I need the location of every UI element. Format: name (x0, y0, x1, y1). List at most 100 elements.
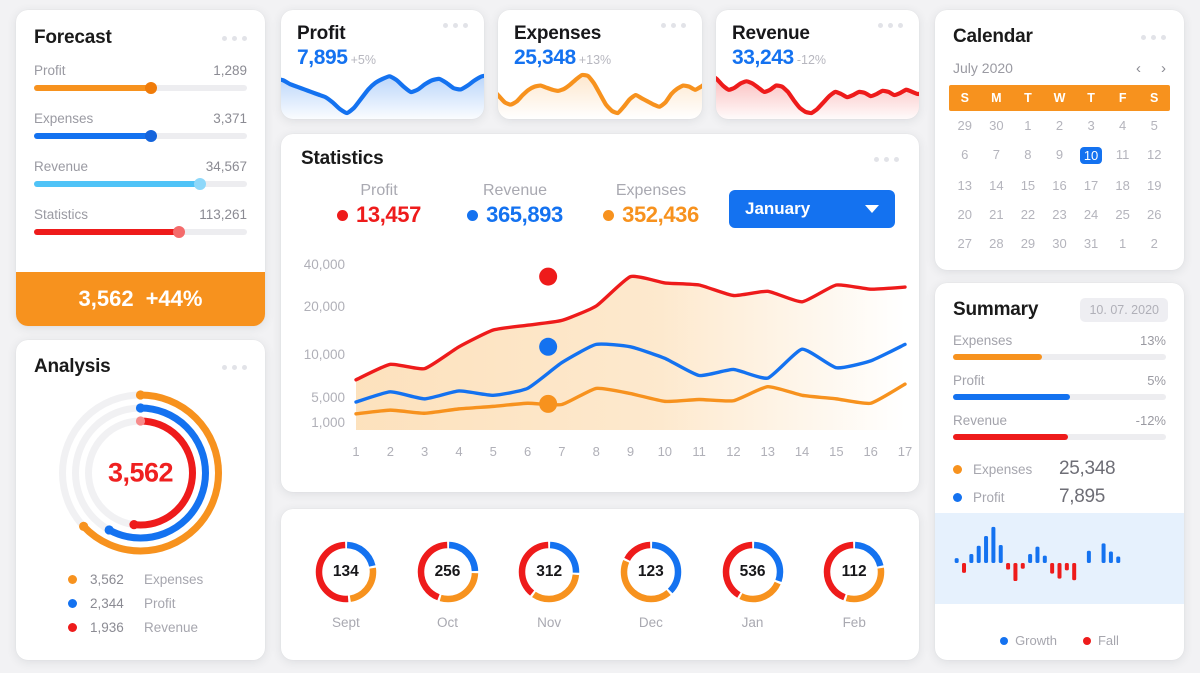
calendar-day[interactable]: 19 (1138, 171, 1170, 200)
calendar-day[interactable]: 17 (1075, 171, 1107, 200)
slider-fill (34, 133, 152, 139)
dashboard: Forecast Profit 1,289 Expenses 3,371 Revenue… (0, 0, 1200, 673)
forecast-slider-row[interactable]: Statistics 113,261 (34, 207, 247, 238)
slider-knob[interactable] (194, 178, 207, 190)
slider-knob[interactable] (145, 82, 158, 94)
forecast-slider-row[interactable]: Profit 1,289 (34, 63, 247, 94)
calendar-day[interactable]: 10 (1075, 140, 1107, 171)
calendar-day[interactable]: 21 (981, 200, 1013, 229)
donut-item[interactable]: 536 Jan (702, 540, 804, 630)
legend-dot (337, 209, 349, 221)
donut-item[interactable]: 256 Oct (397, 540, 499, 630)
svg-text:10,000: 10,000 (304, 347, 345, 362)
svg-text:1: 1 (352, 444, 359, 459)
statistics-title: Statistics (301, 148, 384, 169)
calendar-day[interactable]: 29 (1012, 229, 1044, 258)
calendar-day[interactable]: 30 (981, 111, 1013, 140)
summary-title: Summary (953, 299, 1039, 320)
kpi-title: Profit (297, 23, 346, 44)
summary-label: Expenses (953, 333, 1013, 348)
donut-item[interactable]: 123 Dec (600, 540, 702, 630)
ellipsis-icon[interactable] (874, 156, 899, 162)
calendar-day[interactable]: 1 (1107, 229, 1139, 258)
legend-label: Growth (1015, 633, 1057, 648)
calendar-day[interactable]: 31 (1075, 229, 1107, 258)
calendar-day[interactable]: 29 (949, 111, 981, 140)
statistics-chart-svg: 1,0005,00010,00020,00040,0001 2 3 4 5 6 7 8 9 10 1… (304, 257, 913, 459)
legend-dot (953, 492, 962, 502)
svg-text:1,000: 1,000 (311, 415, 345, 430)
calendar-day[interactable]: 2 (1044, 111, 1076, 140)
slider-knob[interactable] (145, 130, 158, 142)
forecast-summary-delta: +44% (145, 286, 203, 311)
ellipsis-icon[interactable] (443, 23, 468, 28)
svg-text:10: 10 (658, 444, 672, 459)
calendar-day[interactable]: 4 (1107, 111, 1139, 140)
calendar-day[interactable]: 15 (1012, 171, 1044, 200)
calendar-day[interactable]: 9 (1044, 140, 1076, 171)
ellipsis-icon[interactable] (661, 23, 686, 28)
calendar-header: Calendar (935, 10, 1184, 48)
slider-track[interactable] (34, 178, 247, 190)
kpi-header: Expenses (498, 10, 702, 45)
analysis-legend-item: 2,344 Profit (68, 596, 265, 611)
slider-track[interactable] (34, 226, 247, 238)
calendar-day[interactable]: 18 (1107, 171, 1139, 200)
calendar-day[interactable]: 7 (981, 140, 1013, 171)
calendar-day[interactable]: 23 (1044, 200, 1076, 229)
ellipsis-icon[interactable] (1141, 34, 1166, 40)
summary-track (953, 354, 1166, 360)
kpi-card-profit: Profit 7,895 +5% (281, 10, 484, 119)
forecast-slider-row[interactable]: Expenses 3,371 (34, 111, 247, 142)
donut-label: Feb (842, 614, 866, 630)
calendar-day[interactable]: 28 (981, 229, 1013, 258)
legend-label: Profit (973, 489, 1005, 505)
calendar-day[interactable]: 26 (1138, 200, 1170, 229)
summary-progress-row: Expenses 13% (953, 333, 1166, 360)
calendar-day[interactable]: 20 (949, 200, 981, 229)
calendar-day[interactable]: 25 (1107, 200, 1139, 229)
calendar-day[interactable]: 2 (1138, 229, 1170, 258)
calendar-day[interactable]: 5 (1138, 111, 1170, 140)
ellipsis-icon[interactable] (878, 23, 903, 28)
ellipsis-icon[interactable] (222, 364, 247, 370)
calendar-weekday: T (1087, 91, 1095, 105)
legend-value: 7,895 (1059, 486, 1106, 507)
month-select-button[interactable]: January (729, 190, 895, 228)
calendar-weekday: F (1118, 91, 1127, 105)
donut-chart: 112 (822, 540, 886, 604)
summary-fill (953, 434, 1069, 440)
forecast-slider-row[interactable]: Revenue 34,567 (34, 159, 247, 190)
kpi-header: Profit (281, 10, 484, 45)
slider-fill (34, 181, 201, 187)
growth-fall-chart (935, 513, 1184, 604)
calendar-day[interactable]: 27 (949, 229, 981, 258)
legend-dot (603, 209, 615, 221)
chevron-left-icon[interactable]: ‹ (1136, 61, 1141, 76)
calendar-day[interactable]: 22 (1012, 200, 1044, 229)
chevron-right-icon[interactable]: › (1161, 61, 1166, 76)
analysis-header: Analysis (16, 340, 265, 378)
calendar-day[interactable]: 16 (1044, 171, 1076, 200)
calendar-day[interactable]: 24 (1075, 200, 1107, 229)
slider-track[interactable] (34, 130, 247, 142)
kpi-title: Expenses (514, 23, 602, 44)
calendar-day[interactable]: 1 (1012, 111, 1044, 140)
donut-label: Jan (741, 614, 764, 630)
calendar-day[interactable]: 13 (949, 171, 981, 200)
calendar-day[interactable]: 8 (1012, 140, 1044, 171)
donut-value: 312 (536, 562, 563, 580)
calendar-day[interactable]: 3 (1075, 111, 1107, 140)
donut-item[interactable]: 312 Nov (498, 540, 600, 630)
donut-item[interactable]: 112 Feb (803, 540, 905, 630)
donut-item[interactable]: 134 Sept (295, 540, 397, 630)
calendar-day[interactable]: 12 (1138, 140, 1170, 171)
legend-dot (1082, 636, 1091, 645)
ellipsis-icon[interactable] (222, 35, 247, 41)
calendar-day[interactable]: 14 (981, 171, 1013, 200)
slider-track[interactable] (34, 82, 247, 94)
calendar-day[interactable]: 11 (1107, 140, 1139, 171)
calendar-day[interactable]: 30 (1044, 229, 1076, 258)
slider-knob[interactable] (172, 226, 185, 238)
calendar-day[interactable]: 6 (949, 140, 981, 171)
